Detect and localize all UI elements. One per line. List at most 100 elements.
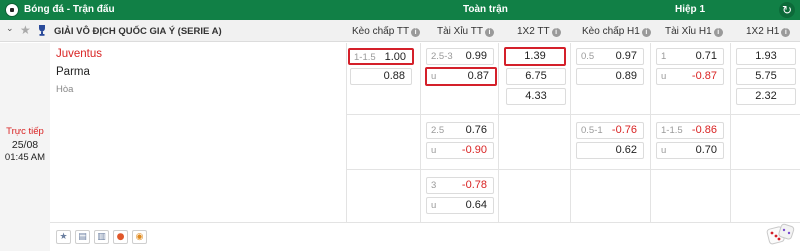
info-icon[interactable]: i bbox=[551, 28, 561, 37]
trophy-icon bbox=[39, 25, 45, 36]
odds-value: 1.93 bbox=[755, 50, 777, 62]
odds-cell[interactable]: u 0.64 bbox=[426, 197, 494, 214]
info-icon[interactable]: i bbox=[781, 28, 791, 37]
odds-cell[interactable]: 2.5-3 0.99 bbox=[426, 48, 494, 65]
match-date: 25/08 bbox=[11, 139, 39, 151]
timer-icon[interactable]: ◉ bbox=[132, 230, 147, 244]
info-icon[interactable]: i bbox=[713, 28, 723, 37]
odds-cell[interactable]: 1.93 bbox=[736, 48, 796, 65]
odds-cell[interactable]: 2.32 bbox=[736, 88, 796, 105]
under-label: u bbox=[661, 145, 667, 156]
chart-icon[interactable]: ▥ bbox=[94, 230, 109, 244]
total-line: 2.5-3 bbox=[431, 51, 453, 62]
favorite-star-icon[interactable]: ★ bbox=[20, 23, 31, 37]
col-header-1x2-h1: 1X2 H1 i bbox=[746, 26, 791, 37]
col-divider bbox=[570, 43, 571, 222]
odds-value: 0.99 bbox=[465, 50, 487, 62]
odds-value: -0.76 bbox=[611, 124, 637, 136]
odds-cell[interactable]: 1 0.71 bbox=[656, 48, 724, 65]
odds-cell[interactable]: 0.62 bbox=[576, 142, 644, 159]
odds-value: 0.76 bbox=[465, 124, 487, 136]
col-header-label: 1X2 TT bbox=[517, 26, 550, 37]
total-line: 1-1.5 bbox=[661, 125, 683, 136]
total-line: 2.5 bbox=[431, 125, 445, 136]
odds-value: 0.62 bbox=[615, 144, 637, 156]
col-divider bbox=[346, 43, 347, 222]
live-fire-icon[interactable]: ● bbox=[113, 230, 128, 244]
odds-cell[interactable]: 0.88 bbox=[350, 68, 412, 85]
col-header-1x2-tt: 1X2 TT i bbox=[517, 26, 561, 37]
row-divider bbox=[346, 114, 800, 115]
odds-cell[interactable]: u -0.90 bbox=[426, 142, 494, 159]
odds-cell[interactable]: 1-1.5 1.00 bbox=[348, 48, 414, 65]
info-icon[interactable]: i bbox=[484, 28, 494, 37]
live-status: Trực tiếp bbox=[6, 126, 44, 137]
breadcrumb: Bóng đá - Trận đấu bbox=[24, 4, 115, 15]
match-tools: ★ ▤ ▥ ● ◉ bbox=[56, 230, 151, 244]
odds-cell[interactable]: u -0.87 bbox=[656, 68, 724, 85]
odds-value: 0.88 bbox=[383, 70, 405, 82]
odds-value: 6.75 bbox=[525, 70, 547, 82]
home-team[interactable]: Juventus bbox=[56, 48, 102, 60]
odds-value: 5.75 bbox=[755, 70, 777, 82]
odds-cell[interactable]: 6.75 bbox=[506, 68, 566, 85]
col-header-label: 1X2 H1 bbox=[746, 26, 780, 37]
away-team[interactable]: Parma bbox=[56, 66, 90, 78]
odds-value: 4.33 bbox=[525, 90, 547, 102]
info-icon[interactable]: i bbox=[411, 28, 421, 37]
chevron-down-icon[interactable]: ⌄ bbox=[6, 24, 14, 34]
odds-cell[interactable]: u 0.70 bbox=[656, 142, 724, 159]
odds-cell[interactable]: u 0.87 bbox=[425, 67, 497, 86]
dice-icon bbox=[766, 223, 795, 245]
col-header-ou-tt: Tài Xỉu TT i bbox=[437, 26, 494, 37]
col-header-label: Tài Xỉu H1 bbox=[665, 26, 712, 37]
total-line: 1 bbox=[661, 51, 667, 62]
favorite-star-icon[interactable]: ★ bbox=[56, 230, 71, 244]
odds-value: 0.97 bbox=[615, 50, 637, 62]
odds-cell[interactable]: 0.89 bbox=[576, 68, 644, 85]
odds-value: 0.87 bbox=[467, 70, 489, 82]
col-header-label: Tài Xỉu TT bbox=[437, 26, 483, 37]
col-header-hcp-tt: Kèo chấp TT i bbox=[352, 26, 421, 37]
handicap-line: 0.5-1 bbox=[581, 125, 603, 136]
odds-value: 0.64 bbox=[465, 199, 487, 211]
col-divider bbox=[650, 43, 651, 222]
odds-value: -0.87 bbox=[691, 70, 717, 82]
odds-value: 0.70 bbox=[695, 144, 717, 156]
handicap-line: 0.5 bbox=[581, 51, 595, 62]
odds-cell[interactable]: 0.5 0.97 bbox=[576, 48, 644, 65]
odds-cell[interactable]: 5.75 bbox=[736, 68, 796, 85]
under-label: u bbox=[431, 71, 437, 82]
match-time: 01:45 AM bbox=[4, 152, 46, 163]
under-label: u bbox=[431, 145, 437, 156]
odds-cell[interactable]: 0.5-1 -0.76 bbox=[576, 122, 644, 139]
first-half-header: Hiệp 1 bbox=[675, 4, 706, 15]
under-label: u bbox=[661, 71, 667, 82]
odds-value: 1.00 bbox=[384, 51, 406, 63]
refresh-icon[interactable]: ↻ bbox=[779, 2, 795, 18]
odds-value: 1.39 bbox=[524, 50, 546, 62]
draw-label: Hòa bbox=[56, 84, 74, 95]
odds-cell[interactable]: 1.39 bbox=[504, 47, 566, 66]
info-icon[interactable]: i bbox=[641, 28, 651, 37]
odds-value: 2.32 bbox=[755, 90, 777, 102]
soccer-ball-icon bbox=[5, 3, 19, 17]
odds-cell[interactable]: 1-1.5 -0.86 bbox=[656, 122, 724, 139]
stats-icon[interactable]: ▤ bbox=[75, 230, 90, 244]
handicap-line: 1-1.5 bbox=[354, 52, 376, 63]
odds-cell[interactable]: 2.5 0.76 bbox=[426, 122, 494, 139]
under-label: u bbox=[431, 200, 437, 211]
odds-value: -0.90 bbox=[461, 144, 487, 156]
row-divider bbox=[50, 222, 800, 223]
col-header-label: Kèo chấp H1 bbox=[582, 26, 640, 37]
odds-value: -0.78 bbox=[461, 179, 487, 191]
col-header-hcp-h1: Kèo chấp H1 i bbox=[582, 26, 651, 37]
col-header-label: Kèo chấp TT bbox=[352, 26, 410, 37]
odds-cell[interactable]: 4.33 bbox=[506, 88, 566, 105]
col-divider bbox=[420, 43, 421, 222]
odds-value: -0.86 bbox=[691, 124, 717, 136]
full-time-header: Toàn trận bbox=[463, 4, 508, 15]
row-divider bbox=[346, 169, 800, 170]
odds-cell[interactable]: 3 -0.78 bbox=[426, 177, 494, 194]
col-divider bbox=[498, 43, 499, 222]
